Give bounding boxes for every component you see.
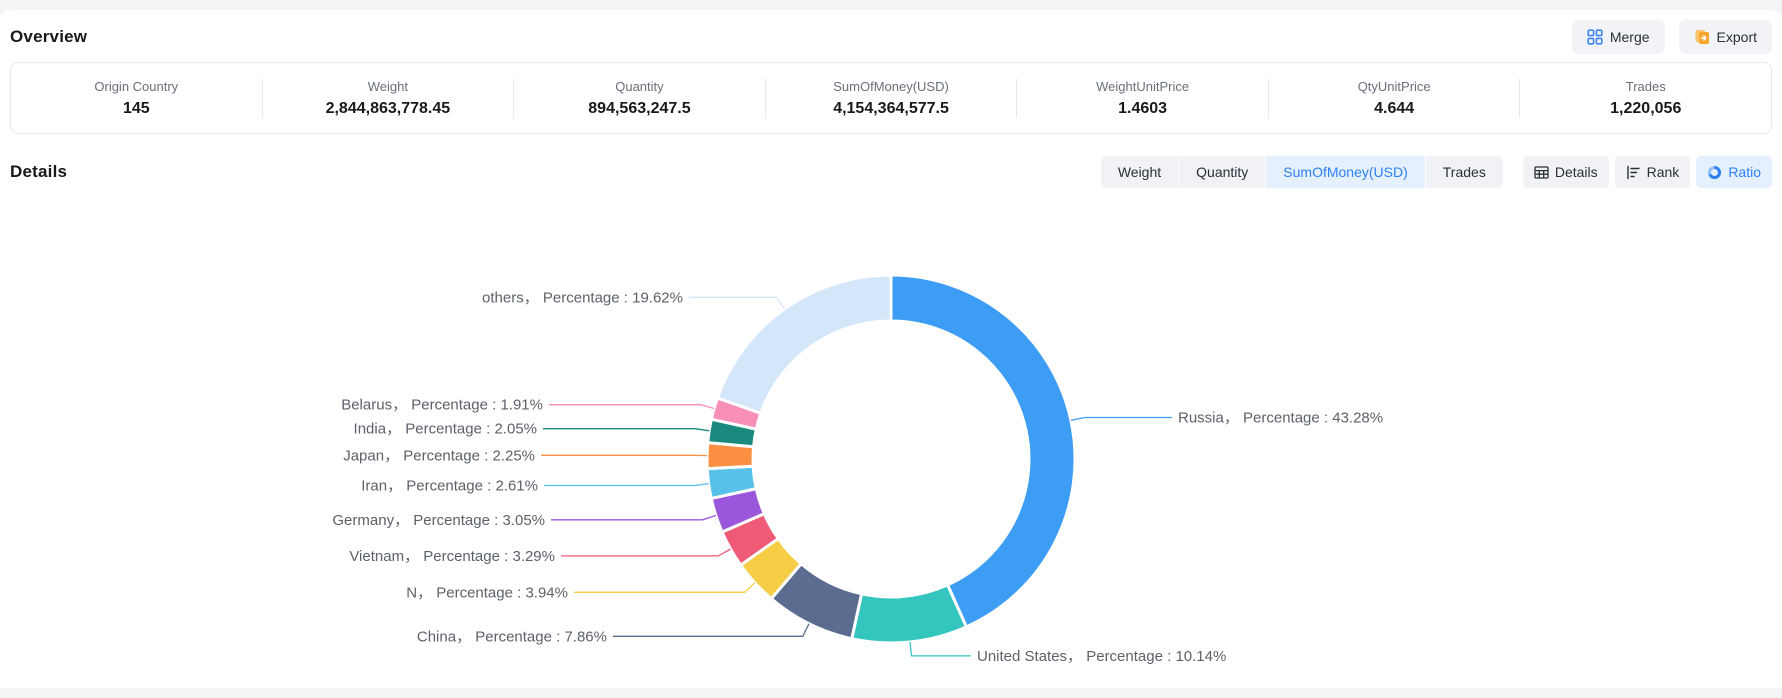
pie-slice-others[interactable] bbox=[717, 275, 891, 413]
ratio-chart-area: Russia， Percentage : 43.28% United States… bbox=[0, 188, 1782, 676]
details-header: Details WeightQuantitySumOfMoney(USD)Tra… bbox=[0, 134, 1782, 188]
stat-label: SumOfMoney(USD) bbox=[833, 79, 949, 94]
pie-label-vietnam: Vietnam， Percentage : 3.29% bbox=[349, 548, 555, 565]
stat-weightunitprice: WeightUnitPrice 1.4603 bbox=[1016, 79, 1268, 118]
pie-label-russia: Russia， Percentage : 43.28% bbox=[1178, 410, 1383, 427]
pie-label-iran: Iran， Percentage : 2.61% bbox=[361, 478, 538, 495]
pie-leader-line-iran bbox=[544, 484, 709, 486]
pie-label-united-states: United States， Percentage : 10.14% bbox=[977, 648, 1226, 665]
pie-label-others: others， Percentage : 19.62% bbox=[482, 289, 683, 306]
pie-label-japan: Japan， Percentage : 2.25% bbox=[343, 447, 535, 464]
stat-value: 894,563,247.5 bbox=[588, 100, 690, 118]
pie-leader-line-n bbox=[574, 583, 755, 593]
stat-value: 145 bbox=[123, 100, 150, 118]
header-actions: Merge Export bbox=[1572, 20, 1772, 54]
stat-value: 1,220,056 bbox=[1610, 100, 1681, 118]
view-button-rank[interactable]: Rank bbox=[1615, 156, 1691, 188]
rank-bars-icon bbox=[1626, 165, 1641, 180]
stat-quantity: Quantity 894,563,247.5 bbox=[513, 79, 765, 118]
stat-trades: Trades 1,220,056 bbox=[1519, 79, 1771, 118]
stat-value: 1.4603 bbox=[1118, 100, 1167, 118]
stat-label: Weight bbox=[368, 79, 408, 94]
stat-value: 4.644 bbox=[1374, 100, 1414, 118]
overview-stats-card: Origin Country 145 Weight 2,844,863,778.45 Q… bbox=[10, 62, 1772, 134]
export-button[interactable]: Export bbox=[1679, 20, 1772, 54]
pie-label-n: N， Percentage : 3.94% bbox=[406, 584, 568, 601]
pie-leader-line-india bbox=[543, 429, 709, 431]
export-file-icon bbox=[1694, 29, 1710, 45]
stat-label: WeightUnitPrice bbox=[1096, 79, 1189, 94]
metric-tab-sumofmoney-usd[interactable]: SumOfMoney(USD) bbox=[1266, 156, 1424, 188]
stat-qtyunitprice: QtyUnitPrice 4.644 bbox=[1268, 79, 1520, 118]
pie-leader-line-united-states bbox=[910, 642, 971, 656]
stat-value: 2,844,863,778.45 bbox=[326, 100, 451, 118]
stat-label: Origin Country bbox=[94, 79, 178, 94]
metric-tab-quantity[interactable]: Quantity bbox=[1179, 156, 1265, 188]
metric-tabs: WeightQuantitySumOfMoney(USD)Trades bbox=[1101, 156, 1503, 188]
donut-chart-icon bbox=[1707, 165, 1722, 180]
details-controls: WeightQuantitySumOfMoney(USD)Trades Deta… bbox=[1101, 156, 1772, 188]
details-title: Details bbox=[10, 162, 67, 182]
pie-leader-line-others bbox=[689, 297, 785, 309]
metric-tab-trades[interactable]: Trades bbox=[1426, 156, 1503, 188]
pie-leader-line-vietnam bbox=[561, 549, 731, 556]
overview-title: Overview bbox=[10, 27, 87, 47]
view-button-label: Ratio bbox=[1728, 164, 1761, 180]
export-button-label: Export bbox=[1717, 29, 1757, 45]
pie-leader-line-belarus bbox=[549, 405, 714, 409]
metric-tab-weight[interactable]: Weight bbox=[1101, 156, 1178, 188]
stat-label: QtyUnitPrice bbox=[1358, 79, 1431, 94]
merge-button-label: Merge bbox=[1610, 29, 1650, 45]
view-button-label: Rank bbox=[1647, 164, 1680, 180]
ratio-donut-chart: Russia， Percentage : 43.28% United States… bbox=[0, 188, 1782, 676]
stat-value: 4,154,364,577.5 bbox=[833, 100, 949, 118]
pie-leader-line-germany bbox=[551, 516, 716, 520]
main-panel: Overview Merge bbox=[0, 10, 1782, 688]
stat-label: Quantity bbox=[615, 79, 663, 94]
stat-sumofmoney-usd: SumOfMoney(USD) 4,154,364,577.5 bbox=[765, 79, 1017, 118]
stat-label: Trades bbox=[1626, 79, 1666, 94]
pie-label-belarus: Belarus， Percentage : 1.91% bbox=[341, 397, 543, 414]
stat-origin-country: Origin Country 145 bbox=[11, 79, 262, 118]
pie-leader-line-china bbox=[613, 624, 809, 637]
pie-leader-line-russia bbox=[1071, 418, 1172, 421]
table-icon bbox=[1534, 165, 1549, 180]
merge-grid-icon bbox=[1587, 29, 1603, 45]
merge-button[interactable]: Merge bbox=[1572, 20, 1665, 54]
stat-weight: Weight 2,844,863,778.45 bbox=[262, 79, 514, 118]
pie-label-india: India， Percentage : 2.05% bbox=[354, 421, 537, 438]
pie-slice-united-states[interactable] bbox=[852, 585, 967, 643]
view-button-ratio[interactable]: Ratio bbox=[1696, 156, 1772, 188]
overview-header: Overview Merge bbox=[0, 10, 1782, 62]
view-button-label: Details bbox=[1555, 164, 1598, 180]
pie-slice-russia[interactable] bbox=[891, 275, 1075, 627]
pie-label-china: China， Percentage : 7.86% bbox=[417, 628, 607, 645]
view-button-details[interactable]: Details bbox=[1523, 156, 1609, 188]
pie-label-germany: Germany， Percentage : 3.05% bbox=[332, 512, 545, 529]
view-mode-buttons: Details Rank Ratio bbox=[1523, 156, 1772, 188]
